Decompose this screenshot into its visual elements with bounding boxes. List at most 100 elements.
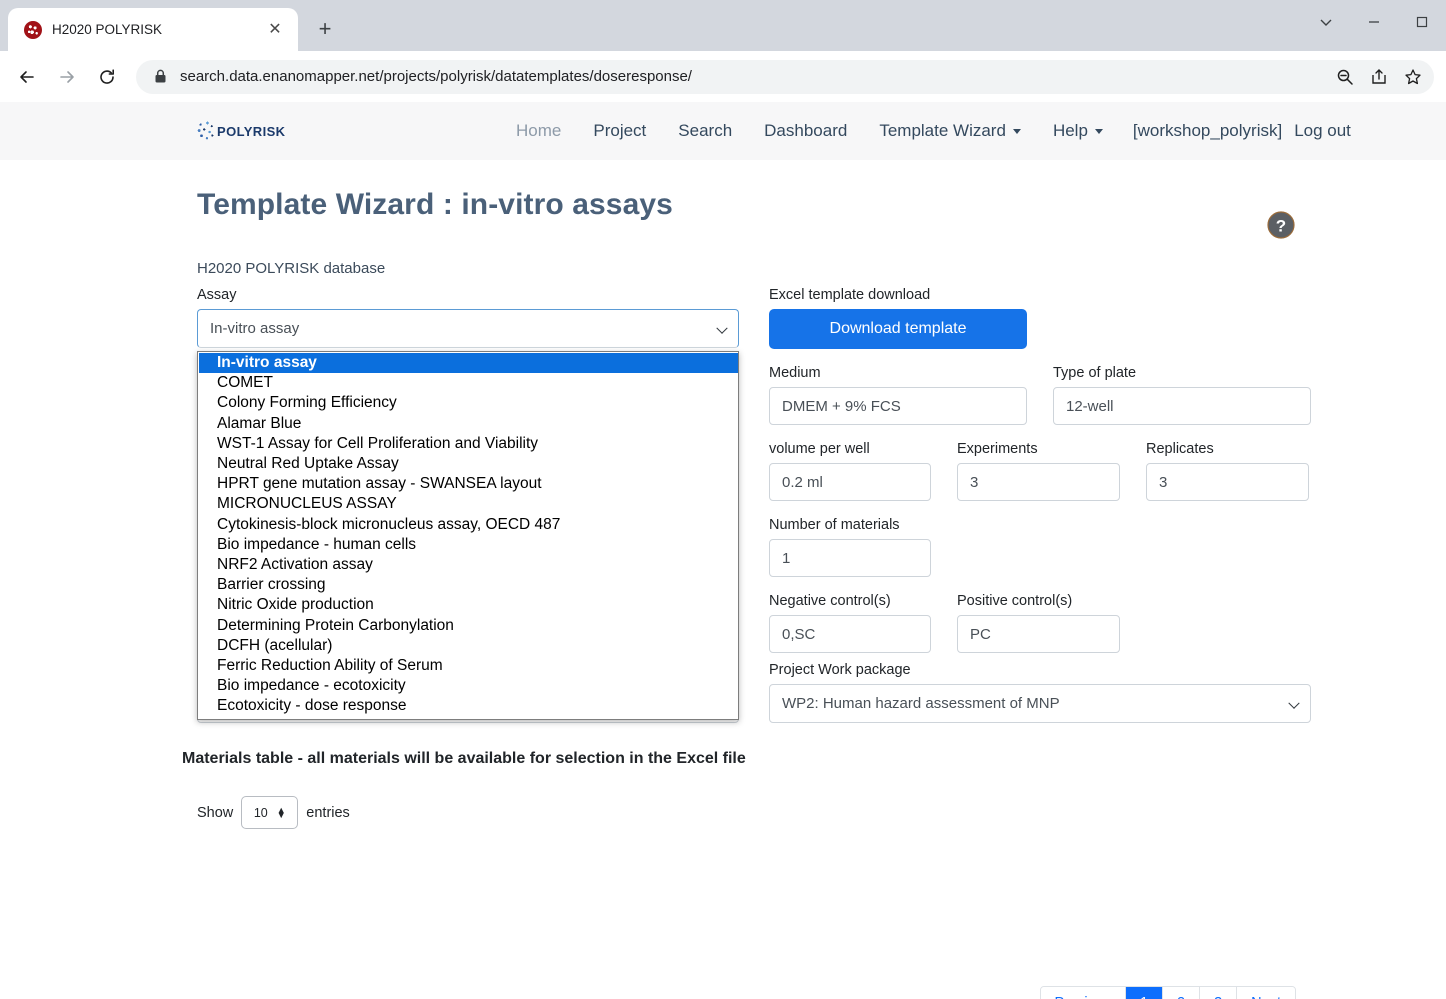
form-columns: Assay In-vitro assay In-vitro assay COME…	[197, 287, 1446, 653]
assay-option[interactable]: In-vitro assay	[199, 353, 738, 373]
assay-option[interactable]: MICRONUCLEUS ASSAY	[199, 494, 738, 514]
nav-item-help[interactable]: Help	[1037, 113, 1119, 149]
question-mark-icon[interactable]: ?	[1266, 210, 1296, 240]
assay-option[interactable]: NRF2 Activation assay	[199, 555, 738, 575]
plate-input[interactable]: 12-well	[1053, 387, 1311, 425]
nav-item-project[interactable]: Project	[577, 113, 662, 149]
pagination-page-1[interactable]: 1	[1126, 987, 1163, 999]
close-icon[interactable]: ✕	[264, 19, 286, 41]
entries-select[interactable]: 10 ▲▼	[241, 796, 298, 829]
back-icon[interactable]	[8, 58, 46, 96]
assay-option[interactable]: Alamar Blue	[199, 414, 738, 434]
positive-control-input[interactable]: PC	[957, 615, 1120, 653]
show-label: Show	[197, 805, 233, 821]
browser-chrome: H2020 POLYRISK ✕ +	[0, 0, 1446, 51]
assay-select-value: In-vitro assay	[210, 320, 299, 337]
site-navbar: POLYRISK Home Project Search Dashboard T…	[0, 102, 1446, 160]
nav-item-search[interactable]: Search	[662, 113, 748, 149]
lock-icon	[154, 69, 168, 84]
number-of-materials-label: Number of materials	[769, 517, 931, 533]
nav-logout[interactable]: Log out	[1288, 113, 1357, 149]
assay-option[interactable]: DCFH (acellular)	[199, 636, 738, 656]
share-icon[interactable]	[1364, 62, 1394, 92]
page-content: POLYRISK Home Project Search Dashboard T…	[0, 102, 1446, 999]
assay-option[interactable]: Barrier crossing	[199, 575, 738, 595]
positive-control-label: Positive control(s)	[957, 593, 1120, 609]
left-column: Assay In-vitro assay In-vitro assay COME…	[197, 287, 739, 653]
page-body: Template Wizard : in-vitro assays ? H202…	[0, 188, 1446, 829]
negative-control-label: Negative control(s)	[769, 593, 931, 609]
assay-option[interactable]: HPRT gene mutation assay - SWANSEA layou…	[199, 474, 738, 494]
workpackage-group: Project Work package WP2: Human hazard a…	[769, 662, 1311, 723]
stepper-arrows-icon: ▲▼	[277, 808, 286, 818]
volume-label: volume per well	[769, 441, 931, 457]
page-title: Template Wizard : in-vitro assays	[197, 188, 1446, 222]
show-entries-control: Show 10 ▲▼ entries	[197, 796, 1446, 829]
nav-username: [workshop_polyrisk]	[1119, 113, 1288, 149]
download-template-button[interactable]: Download template	[769, 309, 1027, 349]
medium-label: Medium	[769, 365, 1027, 381]
nav-item-dashboard[interactable]: Dashboard	[748, 113, 863, 149]
svg-text:?: ?	[1276, 217, 1286, 236]
volume-experiments-replicates-row: volume per well 0.2 ml Experiments 3 Rep…	[769, 441, 1311, 501]
omnibox-actions	[1330, 62, 1428, 92]
chevron-down-icon	[716, 322, 727, 333]
assay-option[interactable]: WST-1 Assay for Cell Proliferation and V…	[199, 434, 738, 454]
assay-option[interactable]: Neutral Red Uptake Assay	[199, 454, 738, 474]
experiments-input[interactable]: 3	[957, 463, 1120, 501]
assay-select[interactable]: In-vitro assay	[197, 309, 739, 348]
assay-option[interactable]: Nitric Oxide production	[199, 595, 738, 615]
chevron-down-icon	[1288, 697, 1299, 708]
zoom-out-icon[interactable]	[1330, 62, 1360, 92]
assay-option[interactable]: Cytokinesis-block micronucleus assay, OE…	[199, 515, 738, 535]
nav-item-home[interactable]: Home	[500, 113, 577, 149]
pagination-page-2[interactable]: 2	[1163, 987, 1200, 999]
download-label: Excel template download	[769, 287, 1311, 303]
new-tab-button[interactable]: +	[308, 12, 342, 46]
forward-icon[interactable]	[48, 58, 86, 96]
workpackage-label: Project Work package	[769, 662, 1311, 678]
volume-input[interactable]: 0.2 ml	[769, 463, 931, 501]
medium-input[interactable]: DMEM + 9% FCS	[769, 387, 1027, 425]
experiments-label: Experiments	[957, 441, 1120, 457]
assay-option[interactable]: Ferric Reduction Ability of Serum	[199, 656, 738, 676]
polyrisk-favicon	[24, 21, 42, 39]
window-controls	[1302, 0, 1446, 44]
right-column: Excel template download Download templat…	[769, 287, 1311, 653]
entries-value: 10	[254, 806, 268, 820]
reload-icon[interactable]	[88, 58, 126, 96]
assay-option[interactable]: Bio impedance - ecotoxicity	[199, 676, 738, 696]
chevron-down-icon[interactable]	[1302, 2, 1350, 42]
replicates-input[interactable]: 3	[1146, 463, 1309, 501]
address-bar[interactable]: search.data.enanomapper.net/projects/pol…	[136, 60, 1434, 94]
pagination-next[interactable]: Next	[1237, 987, 1295, 999]
minimize-icon[interactable]	[1350, 2, 1398, 42]
assay-option[interactable]: Colony Forming Efficiency	[199, 393, 738, 413]
workpackage-select[interactable]: WP2: Human hazard assessment of MNP	[769, 684, 1311, 723]
star-icon[interactable]	[1398, 62, 1428, 92]
workpackage-select-value: WP2: Human hazard assessment of MNP	[782, 695, 1060, 712]
assay-label: Assay	[197, 287, 739, 303]
pagination-previous[interactable]: Previous	[1041, 987, 1126, 999]
assay-option[interactable]: Bio impedance - human cells	[199, 535, 738, 555]
assay-option[interactable]: Ecotoxicity - dose response	[199, 696, 738, 716]
nav-links: Home Project Search Dashboard Template W…	[500, 113, 1357, 149]
pagination-page-3[interactable]: 3	[1200, 987, 1237, 999]
assay-option-list[interactable]: In-vitro assay COMET Colony Forming Effi…	[197, 351, 739, 720]
tab-strip: H2020 POLYRISK ✕ +	[0, 0, 1446, 51]
nav-item-template-wizard[interactable]: Template Wizard	[863, 113, 1037, 149]
replicates-label: Replicates	[1146, 441, 1309, 457]
logo-dots-icon	[197, 121, 215, 141]
entries-label: entries	[306, 805, 350, 821]
assay-option[interactable]: COMET	[199, 373, 738, 393]
browser-tab[interactable]: H2020 POLYRISK ✕	[8, 8, 298, 51]
materials-table-note: Materials table - all materials will be …	[182, 750, 1446, 768]
url-text: search.data.enanomapper.net/projects/pol…	[180, 68, 1420, 85]
negative-control-input[interactable]: 0,SC	[769, 615, 931, 653]
polyrisk-logo[interactable]: POLYRISK	[197, 121, 285, 141]
maximize-icon[interactable]	[1398, 2, 1446, 42]
browser-toolbar: search.data.enanomapper.net/projects/pol…	[0, 51, 1446, 102]
assay-option[interactable]: Determining Protein Carbonylation	[199, 616, 738, 636]
number-of-materials-input[interactable]: 1	[769, 539, 931, 577]
brand-label: POLYRISK	[217, 124, 285, 139]
